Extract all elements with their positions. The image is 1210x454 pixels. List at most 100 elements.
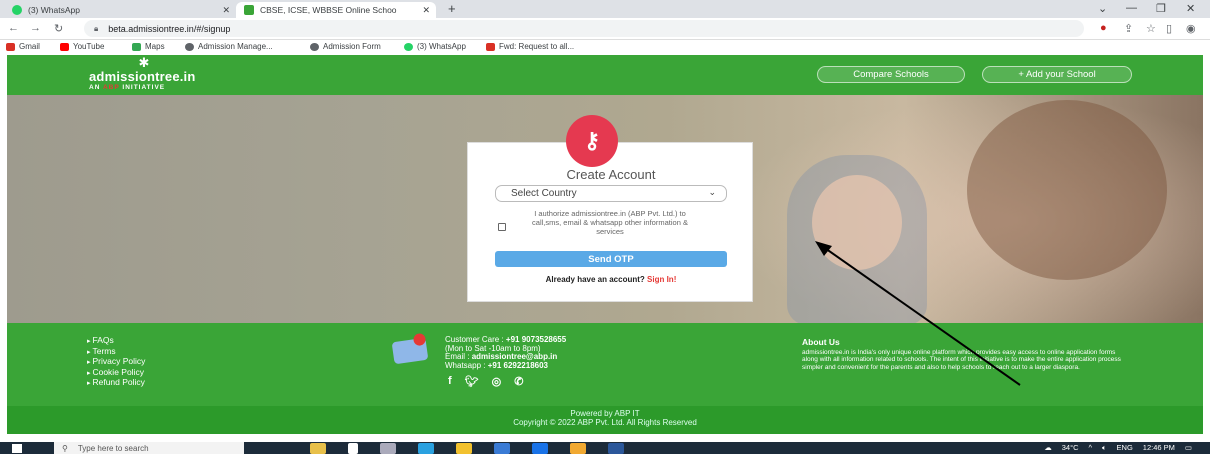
weather-widget-icon[interactable] (310, 443, 326, 454)
whatsapp-number[interactable]: +91 6292218603 (488, 361, 548, 370)
bookmark-label: Maps (145, 42, 165, 51)
back-icon[interactable]: ← (8, 22, 19, 34)
bookmark-label: Admission Manage... (198, 42, 273, 51)
footer-bottom: Powered by ABP IT Copyright © 2022 ABP P… (7, 406, 1203, 434)
browser-tab-bar: (3) WhatsApp ✕ CBSE, ICSE, WBBSE Online … (0, 0, 1210, 18)
close-icon[interactable]: ✕ (222, 5, 230, 16)
maps-icon (132, 42, 141, 51)
profile-avatar[interactable]: ◉ (1186, 22, 1196, 35)
whatsapp-line: Whatsapp : +91 6292218603 (445, 361, 566, 371)
facebook-icon[interactable]: f (448, 375, 452, 388)
close-window-icon[interactable]: ✕ (1186, 2, 1195, 15)
tree-icon (244, 5, 254, 15)
mother-figure (967, 100, 1167, 280)
key-icon: ⚷ (566, 115, 618, 167)
share-icon[interactable]: ⇪ (1124, 22, 1133, 35)
search-icon: ⚲ (62, 443, 68, 453)
cortana-icon[interactable] (348, 443, 358, 454)
url-input[interactable]: 🔒︎ beta.admissiontree.in/#/signup (84, 20, 1084, 37)
bookmark-gmail[interactable]: Gmail (6, 42, 40, 51)
file-explorer-icon[interactable] (456, 443, 472, 454)
reload-icon[interactable]: ↻ (54, 22, 63, 35)
brand-name: admissiontree.in (89, 69, 196, 84)
volume-icon[interactable]: 🔈︎ (1102, 443, 1107, 453)
site-footer: FAQs Terms Privacy Policy Cookie Policy … (7, 323, 1203, 406)
word-icon[interactable] (608, 443, 624, 454)
bookmark-fwd-request[interactable]: Fwd: Request to all... (486, 42, 574, 51)
address-bar-row: ← → ↻ 🔒︎ beta.admissiontree.in/#/signup … (0, 18, 1210, 40)
windows-start-icon[interactable] (12, 444, 22, 453)
bookmark-label: (3) WhatsApp (417, 42, 466, 51)
sign-in-prompt: Already have an account? Sign In! (468, 275, 754, 284)
close-icon[interactable]: ✕ (422, 5, 430, 16)
youtube-icon (60, 42, 69, 51)
language-text[interactable]: ENG (1117, 443, 1133, 453)
signup-card: Create Account Select Country ⌄ I author… (467, 142, 753, 302)
tagline-suffix: INITIATIVE (122, 84, 166, 91)
mail-icon (391, 337, 429, 365)
chevron-down-icon[interactable]: ⌄ (1098, 2, 1107, 15)
extension-icon[interactable]: ● (1100, 22, 1107, 34)
chrome-icon[interactable] (570, 443, 586, 454)
chevron-down-icon: ⌄ (708, 187, 716, 197)
send-otp-button[interactable]: Send OTP (495, 251, 727, 267)
sidebar-icon[interactable]: ▯ (1166, 22, 1172, 35)
copyright: Copyright © 2022 ABP Pvt. Ltd. All Right… (513, 418, 697, 427)
tagline-abp: ABP (102, 84, 120, 91)
bookmark-admission-form[interactable]: Admission Form (310, 42, 381, 51)
globe-icon (185, 42, 194, 51)
compare-schools-button[interactable]: Compare Schools (817, 66, 965, 83)
about-us: About Us admissiontree.in is India's onl… (802, 337, 1132, 371)
minimize-icon[interactable]: — (1126, 2, 1137, 14)
already-account-text: Already have an account? (545, 275, 645, 284)
whatsapp-icon[interactable]: ✆ (514, 375, 523, 388)
restore-icon[interactable]: ❐ (1156, 2, 1166, 15)
tab-admissiontree[interactable]: CBSE, ICSE, WBBSE Online Schoo ✕ (236, 2, 436, 18)
new-tab-button[interactable]: + (448, 1, 456, 16)
task-view-icon[interactable] (380, 443, 396, 454)
url-text: beta.admissiontree.in/#/signup (108, 23, 231, 34)
country-select[interactable]: Select Country ⌄ (495, 185, 727, 202)
mail-app-icon[interactable] (532, 443, 548, 454)
gmail-icon (6, 42, 15, 51)
footer-link-refund[interactable]: Refund Policy (87, 377, 145, 389)
globe-icon (310, 42, 319, 51)
search-placeholder: Type here to search (77, 443, 149, 453)
about-title: About Us (802, 337, 840, 347)
create-account-title: Create Account (566, 167, 656, 182)
site-logo[interactable]: ✱ admissiontree.in AN ABP INITIATIVE (89, 56, 196, 91)
edge-icon[interactable] (418, 443, 434, 454)
system-tray: ☁ 34°C ^ 🔈︎ ENG 12:46 PM ▭ (1044, 443, 1192, 453)
tab-label: (3) WhatsApp (28, 5, 80, 15)
bookmark-youtube[interactable]: YouTube (60, 42, 104, 51)
customer-care-number[interactable]: +91 9073528655 (506, 335, 566, 344)
consent-checkbox[interactable] (498, 223, 506, 231)
star-icon[interactable]: ☆ (1146, 22, 1156, 35)
taskbar-search-input[interactable]: ⚲ Type here to search (54, 442, 244, 454)
windows-taskbar: ⚲ Type here to search ☁ 34°C ^ 🔈︎ ENG 12… (0, 442, 1210, 454)
child-head (812, 175, 902, 270)
notifications-icon[interactable]: ▭ (1185, 443, 1192, 453)
bookmark-maps[interactable]: Maps (132, 42, 165, 51)
forward-icon[interactable]: → (30, 22, 41, 34)
twitter-icon[interactable]: 🐦︎ (465, 375, 479, 388)
gmail-icon (486, 42, 495, 51)
bookmark-whatsapp[interactable]: (3) WhatsApp (404, 42, 466, 51)
tagline-prefix: AN (89, 84, 101, 91)
footer-link-privacy[interactable]: Privacy Policy (87, 356, 145, 368)
bookmark-admission-manage[interactable]: Admission Manage... (185, 42, 273, 51)
bookmark-label: YouTube (73, 42, 105, 51)
sign-in-link[interactable]: Sign In! (647, 275, 676, 284)
about-text: admissiontree.in is India's only unique … (802, 349, 1121, 371)
country-select-value: Select Country (511, 188, 577, 199)
store-icon[interactable] (494, 443, 510, 454)
footer-link-faqs[interactable]: FAQs (87, 335, 145, 347)
weather-icon: ☁ (1044, 443, 1052, 452)
tab-whatsapp[interactable]: (3) WhatsApp ✕ (4, 2, 236, 18)
clock-text[interactable]: 12:46 PM (1143, 443, 1175, 453)
powered-by: Powered by ABP IT (570, 409, 640, 418)
add-school-button[interactable]: + Add your School (982, 66, 1132, 83)
instagram-icon[interactable]: ◎ (492, 375, 502, 388)
tray-chevron-icon[interactable]: ^ (1089, 443, 1093, 453)
bookmark-label: Admission Form (323, 42, 381, 51)
